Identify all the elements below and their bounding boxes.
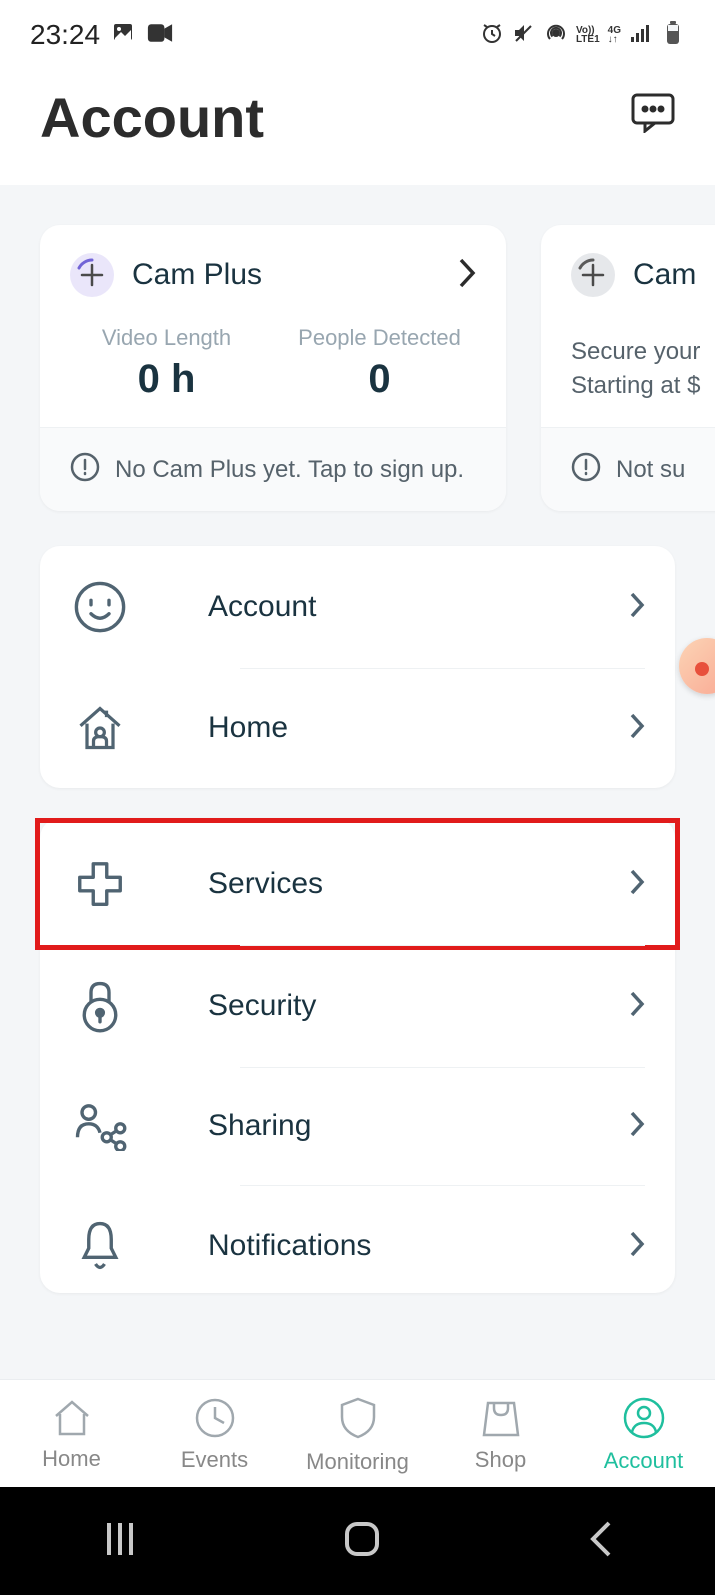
menu-item-account[interactable]: Account <box>40 546 675 668</box>
chevron-right-icon <box>629 1230 645 1263</box>
info-icon <box>70 452 100 487</box>
bell-icon <box>70 1219 130 1273</box>
android-nav-bar <box>0 1487 715 1595</box>
menu-label-home: Home <box>208 711 589 745</box>
menu-item-security[interactable]: Security <box>40 945 675 1067</box>
secondary-card-title: Cam <box>633 258 696 292</box>
chevron-right-icon <box>629 990 645 1023</box>
secondary-footer-text: Not su <box>616 456 685 484</box>
signal-icon <box>629 21 653 50</box>
chevron-right-icon <box>629 868 645 901</box>
page-header: Account <box>0 70 715 185</box>
info-icon <box>571 452 601 487</box>
chevron-right-icon <box>629 1110 645 1143</box>
menu-group-2: Services Security Sharing Notifications <box>40 818 675 1293</box>
menu-label-security: Security <box>208 989 589 1023</box>
people-detected-value: 0 <box>283 357 476 402</box>
people-detected-label: People Detected <box>283 325 476 351</box>
tab-shop[interactable]: Shop <box>429 1397 572 1473</box>
tab-home[interactable]: Home <box>0 1398 143 1472</box>
status-icons-right: Vo))LTE1 4G↓↑ <box>480 21 685 50</box>
hotspot-icon <box>544 21 568 50</box>
video-length-value: 0 h <box>70 357 263 402</box>
back-button[interactable] <box>587 1519 613 1564</box>
image-icon <box>110 19 136 51</box>
chevron-right-icon <box>629 591 645 624</box>
tab-events[interactable]: Events <box>143 1397 286 1473</box>
plus-outline-icon <box>70 857 130 911</box>
menu-group-1: Account Home <box>40 546 675 788</box>
tab-account[interactable]: Account <box>572 1396 715 1474</box>
menu-item-home[interactable]: Home <box>40 668 675 788</box>
chevron-right-icon <box>629 712 645 745</box>
services-cards-scroll[interactable]: Cam Plus Video Length 0 h People Detecte… <box>0 185 715 546</box>
menu-item-services[interactable]: Services <box>35 818 680 950</box>
status-time: 23:24 <box>30 19 100 51</box>
mute-icon <box>512 21 536 50</box>
chevron-right-icon <box>458 257 476 294</box>
plus-icon <box>571 253 615 297</box>
cam-plus-title: Cam Plus <box>132 258 262 292</box>
alarm-icon <box>480 21 504 50</box>
page-title: Account <box>40 85 264 150</box>
plus-icon <box>70 253 114 297</box>
lte-label: Vo))LTE1 <box>576 26 600 44</box>
recents-button[interactable] <box>103 1521 137 1562</box>
secondary-desc-1: Secure your <box>571 335 715 369</box>
4g-label: 4G↓↑ <box>608 26 621 44</box>
menu-label-services: Services <box>208 867 589 901</box>
menu-label-account: Account <box>208 590 589 624</box>
home-button[interactable] <box>342 1519 382 1564</box>
tab-monitoring[interactable]: Monitoring <box>286 1395 429 1475</box>
status-bar: 23:24 Vo))LTE1 4G↓↑ <box>0 0 715 70</box>
home-person-icon <box>70 702 130 754</box>
cam-plus-card[interactable]: Cam Plus Video Length 0 h People Detecte… <box>40 225 506 511</box>
menu-item-sharing[interactable]: Sharing <box>40 1067 675 1185</box>
chat-icon[interactable] <box>631 93 675 133</box>
video-icon <box>146 19 174 51</box>
menu-label-notifications: Notifications <box>208 1229 589 1263</box>
menu-label-sharing: Sharing <box>208 1109 589 1143</box>
menu-item-notifications[interactable]: Notifications <box>40 1185 675 1293</box>
cam-plus-footer-text: No Cam Plus yet. Tap to sign up. <box>115 456 464 484</box>
secondary-card[interactable]: Cam Secure your Starting at $ Not su <box>541 225 715 511</box>
video-length-label: Video Length <box>70 325 263 351</box>
secondary-desc-2: Starting at $ <box>571 369 715 403</box>
battery-icon <box>661 21 685 50</box>
smiley-icon <box>70 580 130 634</box>
bottom-tab-bar: Home Events Monitoring Shop Account <box>0 1379 715 1487</box>
lock-icon <box>70 979 130 1033</box>
person-share-icon <box>70 1101 130 1151</box>
